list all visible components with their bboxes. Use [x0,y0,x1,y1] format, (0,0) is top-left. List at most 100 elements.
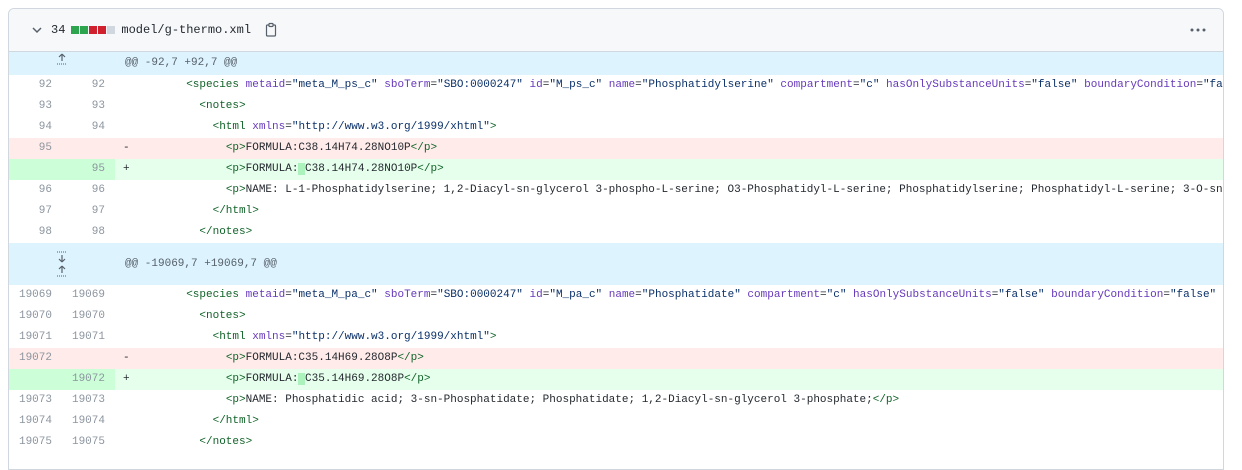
diff-marker: + [123,163,130,175]
file-header: 34 model/g-thermo.xml [9,9,1223,52]
context-line-row: 93 93 <notes> [9,96,1223,117]
new-line-number[interactable]: 95 [62,159,115,180]
code-text: <p>FORMULA:C38.14H74.28NO10P</p> [225,142,438,154]
change-count: 34 [51,23,66,37]
deleted-line-row: 95 - <p>FORMULA:C38.14H74.28NO10P</p> [9,138,1223,159]
old-line-number[interactable]: 19069 [9,285,62,306]
code-text: <p>NAME: L-1-Phosphatidylserine; 1,2-Dia… [225,184,1223,196]
old-line-number[interactable]: 94 [9,117,62,138]
old-line-number[interactable]: 19074 [9,411,62,432]
new-line-number[interactable]: 19071 [62,327,115,348]
context-line-row: 92 92 <species metaid="meta_M_ps_c" sboTe… [9,75,1223,96]
old-line-number[interactable]: 93 [9,96,62,117]
new-line-number[interactable]: 19074 [62,411,115,432]
old-line-number[interactable]: 19073 [9,390,62,411]
context-line-row: 19074 19074 </html> [9,411,1223,432]
code-line: <species metaid="meta_M_pa_c" sboTerm="S… [115,285,1223,306]
diffstat-block [107,26,116,34]
old-line-number[interactable]: 97 [9,201,62,222]
new-line-number[interactable] [62,348,115,369]
context-line-row: 19073 19073 <p>NAME: Phosphatidic acid; 3… [9,390,1223,411]
new-line-number[interactable]: 96 [62,180,115,201]
code-line: <html xmlns="http://www.w3.org/1999/xhtm… [115,327,1223,348]
code-line: <html xmlns="http://www.w3.org/1999/xhtm… [115,117,1223,138]
code-line: - <p>FORMULA:C38.14H74.28NO10P</p> [115,138,1223,159]
code-line: </notes> [115,222,1223,243]
new-line-number[interactable]: 94 [62,117,115,138]
code-text-suffix: C35.14H69.28O8P</p> [305,373,431,385]
deleted-line-row: 19072 - <p>FORMULA:C35.14H69.28O8P</p> [9,348,1223,369]
hunk-expander[interactable] [9,52,115,75]
new-line-number[interactable]: 97 [62,201,115,222]
diff-file: 34 model/g-thermo.xml @@ -92,7 +92,7 @@ 9… [8,8,1224,470]
code-line: </html> [115,201,1223,222]
code-text: <notes> [199,310,246,322]
code-text: <p>NAME: Phosphatidic acid; 3-sn-Phospha… [225,394,900,406]
new-line-number[interactable]: 19073 [62,390,115,411]
new-line-number[interactable]: 19075 [62,432,115,453]
old-line-number[interactable]: 19070 [9,306,62,327]
context-line-row: 19069 19069 <species metaid="meta_M_pa_c"… [9,285,1223,306]
old-line-number[interactable]: 19075 [9,432,62,453]
expand-up-icon[interactable] [55,264,69,278]
new-line-number[interactable] [62,138,115,159]
file-path[interactable]: model/g-thermo.xml [121,23,251,37]
new-line-number[interactable]: 93 [62,96,115,117]
new-line-number[interactable]: 92 [62,75,115,96]
code-text: </notes> [199,226,253,238]
kebab-menu-icon[interactable] [1189,22,1207,38]
hunk-header: @@ -92,7 +92,7 @@ [115,52,1223,75]
chevron-down-icon[interactable] [31,24,43,36]
context-line-row: 97 97 </html> [9,201,1223,222]
code-text: <html xmlns="http://www.w3.org/1999/xhtm… [212,331,497,343]
old-line-number[interactable] [9,159,62,180]
copy-icon[interactable] [263,22,279,38]
expand-both-button[interactable] [55,250,69,278]
new-line-number[interactable]: 19069 [62,285,115,306]
old-line-number[interactable]: 96 [9,180,62,201]
expand-down-icon[interactable] [55,250,69,264]
old-line-number[interactable]: 98 [9,222,62,243]
context-line-row: 94 94 <html xmlns="http://www.w3.org/1999… [9,117,1223,138]
context-line-row: 19070 19070 <notes> [9,306,1223,327]
old-line-number[interactable]: 95 [9,138,62,159]
hunk-header-row: @@ -92,7 +92,7 @@ [9,52,1223,75]
added-line-row: 19072 + <p>FORMULA: C35.14H69.28O8P</p> [9,369,1223,390]
new-line-number[interactable]: 19070 [62,306,115,327]
new-line-number[interactable]: 19072 [62,369,115,390]
code-line: </notes> [115,432,1223,453]
code-line: - <p>FORMULA:C35.14H69.28O8P</p> [115,348,1223,369]
code-line: + <p>FORMULA: C38.14H74.28NO10P</p> [115,159,1223,180]
context-line-row: 19075 19075 </notes> [9,432,1223,453]
code-text: <species metaid="meta_M_ps_c" sboTerm="S… [186,79,1223,91]
expand-up-button[interactable] [55,52,69,66]
context-line-row: 96 96 <p>NAME: L-1-Phosphatidylserine; 1,… [9,180,1223,201]
old-line-number[interactable]: 19072 [9,348,62,369]
diffstat-blocks [71,26,116,34]
code-line: + <p>FORMULA: C35.14H69.28O8P</p> [115,369,1223,390]
code-line: <p>NAME: Phosphatidic acid; 3-sn-Phospha… [115,390,1223,411]
diff-table: @@ -92,7 +92,7 @@ 92 92 <species metaid="m… [9,52,1223,453]
diffstat-block [71,26,80,34]
hunk-expander[interactable] [9,243,115,285]
context-line-row: 19071 19071 <html xmlns="http://www.w3.or… [9,327,1223,348]
old-line-number[interactable]: 19071 [9,327,62,348]
expand-up-icon[interactable] [55,52,69,66]
code-text: <p>FORMULA:C35.14H69.28O8P</p> [225,352,424,364]
new-line-number[interactable]: 98 [62,222,115,243]
old-line-number[interactable]: 92 [9,75,62,96]
old-line-number[interactable] [9,369,62,390]
